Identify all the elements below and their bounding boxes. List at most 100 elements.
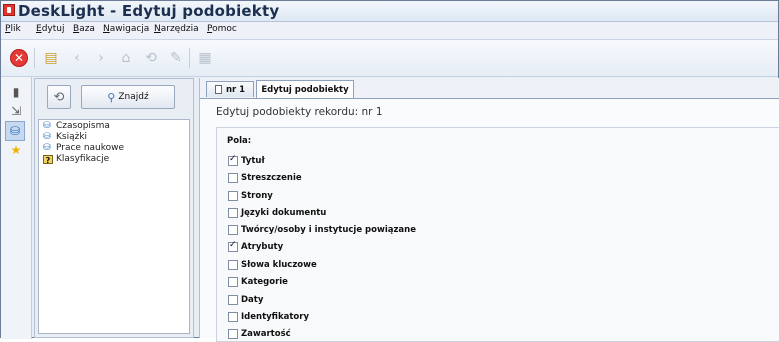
checkbox[interactable] (228, 172, 238, 183)
field-checkbox-tworcy[interactable]: Twórcy/osoby i instytucje powiązane (228, 223, 416, 236)
field-checkbox-tytul[interactable]: Tytuł (228, 154, 265, 167)
field-checkbox-strony[interactable]: Strony (228, 189, 273, 202)
menu-bar: Plik Edytuj Baza Nawigacja Narzędzia Pom… (1, 22, 778, 40)
book-icon: ▮ (12, 85, 20, 99)
import-button[interactable]: ⇲ (7, 102, 25, 120)
search-icon: ⚲ (107, 90, 116, 104)
field-checkbox-streszczenie[interactable]: Streszczenie (228, 171, 302, 184)
menu-baza[interactable]: Baza (73, 24, 95, 34)
left-toolstrip: ▮ ⇲ ⛁ ★ (1, 77, 32, 339)
checkbox-label: Twórcy/osoby i instytucje powiązane (241, 224, 416, 235)
database-icon: ⛁ (9, 124, 21, 138)
forward-button[interactable]: › (91, 48, 111, 68)
checkbox-label: Tytuł (241, 155, 265, 166)
edit-button[interactable]: ✎ (166, 48, 186, 68)
checkbox-label: Strony (241, 190, 273, 201)
tree-item-label: Klasyfikacje (56, 154, 110, 164)
navigation-panel: ⟲ ⚲ Znajdź ⛁ Czasopisma ⛁ Książki ⛁ Prace n… (34, 78, 194, 338)
checkbox[interactable] (228, 328, 238, 339)
window-title: DeskLight - Edytuj podobiekty (18, 2, 280, 20)
field-checkbox-atrybuty[interactable]: Atrybuty (228, 240, 283, 253)
database-icon: ⛁ (43, 121, 51, 131)
checkbox[interactable] (228, 294, 238, 305)
checkbox[interactable] (228, 207, 238, 218)
note-icon: ▦ (198, 50, 212, 66)
field-checkbox-slowa-kluczowe[interactable]: Słowa kluczowe (228, 258, 317, 271)
field-checkbox-identyfikatory[interactable]: Identyfikatory (228, 310, 309, 323)
checkbox[interactable] (228, 190, 238, 201)
checkbox-label: Atrybuty (241, 241, 284, 252)
checkbox-label: Streszczenie (241, 172, 302, 183)
checkbox[interactable] (228, 224, 238, 235)
checkbox-label: Daty (241, 294, 264, 305)
sync-icon: ⟲ (145, 50, 157, 66)
checkbox[interactable] (228, 311, 238, 322)
tree-item-klasyfikacje[interactable]: ? Klasyfikacje (43, 154, 109, 165)
documents-icon: ▤ (44, 50, 58, 66)
app-window: DeskLight - Edytuj podobiekty Plik Edytu… (0, 0, 779, 342)
fields-group: Pola: Tytuł Streszczenie Strony Języki d… (216, 127, 779, 342)
checkbox[interactable] (228, 259, 238, 270)
panel-heading: Edytuj podobiekty rekordu: nr 1 (216, 106, 383, 118)
tree-item-prace-naukowe[interactable]: ⛁ Prace naukowe (43, 143, 124, 154)
back-icon: ‹ (74, 50, 80, 66)
edit-icon: ✎ (170, 50, 182, 66)
document-icon (214, 85, 222, 94)
checkbox[interactable] (228, 154, 238, 166)
tree-item-ksiazki[interactable]: ⛁ Książki (43, 132, 87, 143)
field-checkbox-zawartosc[interactable]: Zawartość (228, 327, 291, 340)
checkbox-label: Identyfikatory (241, 311, 309, 322)
find-button[interactable]: ⚲ Znajdź (81, 85, 175, 109)
database-icon: ⛁ (43, 143, 51, 153)
refresh-button[interactable]: ⟲ (47, 85, 71, 109)
app-logo-icon (3, 4, 15, 16)
tab-nr-1[interactable]: nr 1 (206, 81, 254, 97)
tree-item-czasopisma[interactable]: ⛁ Czasopisma (43, 121, 110, 132)
arrow-icon: ⇲ (10, 104, 22, 118)
menu-nawigacja[interactable]: Nawigacja (103, 24, 149, 34)
menu-pomoc[interactable]: Pomoc (207, 24, 237, 34)
back-button[interactable]: ‹ (67, 48, 87, 68)
note-button[interactable]: ▦ (195, 48, 215, 68)
database-icon: ⛁ (43, 132, 51, 142)
sync-button[interactable]: ⟲ (141, 48, 161, 68)
menu-plik[interactable]: Plik (5, 24, 21, 34)
star-icon: ★ (10, 143, 22, 157)
title-bar: DeskLight - Edytuj podobiekty (1, 1, 778, 22)
tab-label: nr 1 (225, 84, 246, 95)
tab-label: Edytuj podobiekty (261, 84, 349, 95)
toolbar-separator (34, 48, 35, 68)
tab-edytuj-podobiekty[interactable]: Edytuj podobiekty (256, 80, 354, 98)
menu-narzedzia[interactable]: Narzędzia (154, 24, 199, 34)
field-checkbox-jezyki-dokumentu[interactable]: Języki dokumentu (228, 206, 326, 219)
close-icon: ✕ (13, 51, 25, 65)
book-button[interactable]: ▮ (7, 83, 25, 101)
checkbox-label: Zawartość (241, 328, 291, 339)
documents-button[interactable]: ▤ (41, 48, 61, 68)
tab-strip: nr 1 Edytuj podobiekty (200, 78, 779, 99)
favorites-button[interactable]: ★ (7, 141, 25, 159)
home-icon: ⌂ (121, 50, 131, 66)
fields-group-title: Pola: (227, 136, 252, 146)
refresh-icon: ⟲ (53, 89, 65, 105)
close-record-button[interactable]: ✕ (10, 49, 28, 67)
checkbox-label: Kategorie (241, 276, 288, 287)
toolbar: ✕ ▤ ‹ › ⌂ ⟲ ✎ ▦ (1, 40, 778, 77)
toolbar-separator (189, 48, 190, 68)
question-icon: ? (43, 155, 53, 165)
checkbox[interactable] (228, 276, 238, 287)
database-tree: ⛁ Czasopisma ⛁ Książki ⛁ Prace naukowe ? Kla… (38, 119, 190, 334)
forward-icon: › (98, 50, 104, 66)
menu-edytuj[interactable]: Edytuj (36, 24, 64, 34)
editor-area: nr 1 Edytuj podobiekty Edytuj podobiekty… (199, 78, 779, 342)
checkbox-label: Słowa kluczowe (241, 259, 317, 270)
field-checkbox-daty[interactable]: Daty (228, 293, 263, 306)
checkbox[interactable] (228, 240, 238, 252)
field-checkbox-kategorie[interactable]: Kategorie (228, 275, 288, 288)
home-button[interactable]: ⌂ (116, 48, 136, 68)
find-button-label: Znajdź (118, 92, 149, 102)
tree-item-label: Prace naukowe (56, 143, 125, 153)
tree-item-label: Książki (56, 132, 88, 142)
database-button[interactable]: ⛁ (5, 121, 25, 141)
checkbox-label: Języki dokumentu (241, 207, 327, 218)
